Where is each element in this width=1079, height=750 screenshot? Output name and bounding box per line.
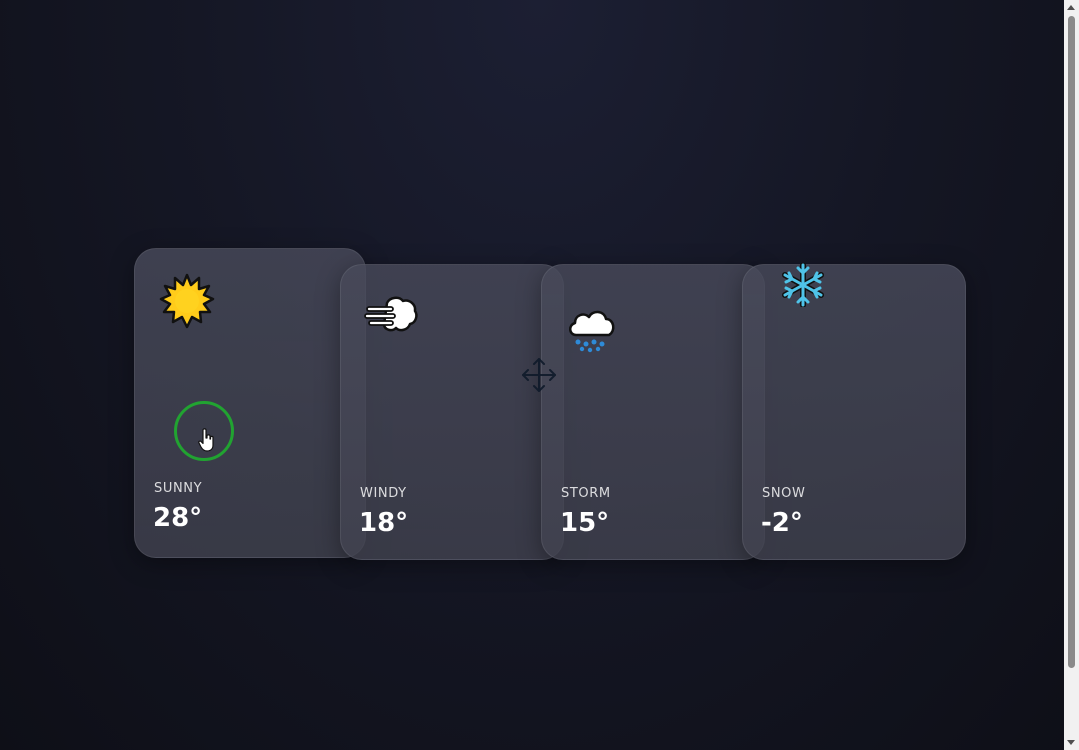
condition-label: WINDY: [360, 486, 407, 501]
temperature-value: -2°: [761, 508, 803, 538]
weather-card-snow[interactable]: SNOW -2°: [742, 263, 966, 560]
scroll-up-arrow-icon[interactable]: [1067, 5, 1075, 10]
rain-cloud-icon: [569, 310, 615, 353]
condition-label: SUNNY: [154, 481, 203, 496]
hand-pointer-icon: [198, 428, 214, 452]
weather-card-windy[interactable]: WINDY 18°: [340, 264, 564, 560]
sun-icon: [159, 273, 215, 329]
weather-card-sunny[interactable]: SUNNY 28°: [134, 248, 366, 558]
move-cursor-icon: [522, 358, 556, 392]
temperature-value: 28°: [153, 503, 203, 533]
condition-label: SNOW: [762, 486, 806, 501]
vertical-scrollbar[interactable]: [1064, 0, 1079, 750]
wind-icon: [364, 296, 418, 332]
temperature-value: 15°: [560, 508, 610, 538]
weather-stage: SUNNY 28° WINDY 18° STORM 15° SNOW -2°: [0, 0, 1064, 750]
scroll-down-arrow-icon[interactable]: [1067, 740, 1075, 745]
weather-card-storm[interactable]: STORM 15°: [541, 264, 765, 560]
snowflake-icon: [782, 263, 824, 307]
temperature-value: 18°: [359, 508, 409, 538]
scrollbar-thumb[interactable]: [1068, 16, 1075, 668]
condition-label: STORM: [561, 486, 611, 501]
